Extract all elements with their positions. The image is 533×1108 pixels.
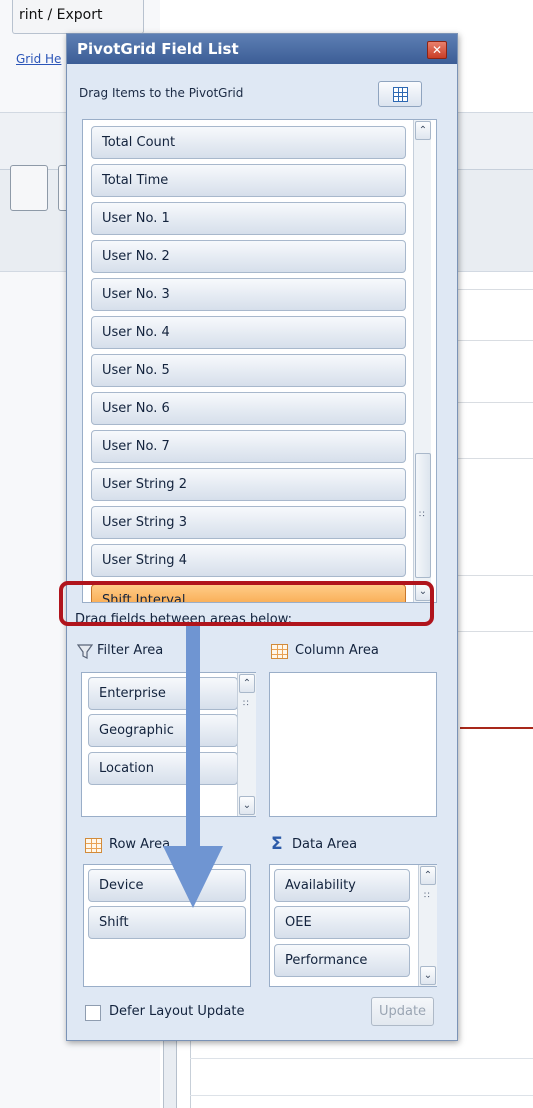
grip-icon: ∷ <box>419 510 425 520</box>
filter-field[interactable]: Enterprise <box>88 677 238 710</box>
field-item[interactable]: User No. 4 <box>91 316 406 349</box>
scroll-up-icon[interactable]: ⌃ <box>239 674 255 693</box>
pivotgrid-field-list-dialog: PivotGrid Field List ✕ Drag Items to the… <box>66 33 458 1041</box>
filter-area-scrollbar[interactable]: ⌃ ∷ ⌄ <box>237 673 256 816</box>
grid-line <box>455 458 533 459</box>
background-button[interactable] <box>10 165 48 211</box>
field-list[interactable]: Total Count Total Time User No. 1 User N… <box>82 119 437 603</box>
table-icon <box>271 644 288 659</box>
row-field[interactable]: Shift <box>88 906 246 939</box>
field-item[interactable]: User String 3 <box>91 506 406 539</box>
scroll-down-icon[interactable]: ⌄ <box>420 966 436 985</box>
sigma-icon: Σ <box>271 834 283 854</box>
drag-items-label: Drag Items to the PivotGrid <box>79 86 244 100</box>
field-item[interactable]: User No. 6 <box>91 392 406 425</box>
filter-area-label: Filter Area <box>97 643 164 658</box>
filter-area-box[interactable]: Enterprise Geographic Location ⌃ ∷ ⌄ <box>81 672 256 817</box>
grid-line <box>190 1040 191 1108</box>
column-area-label: Column Area <box>295 643 379 658</box>
field-item[interactable]: User No. 7 <box>91 430 406 463</box>
grid-line <box>455 631 533 632</box>
table-icon <box>85 838 102 853</box>
field-item[interactable]: User String 2 <box>91 468 406 501</box>
grip-icon: ∷ <box>243 699 249 709</box>
row-field[interactable]: Device <box>88 869 246 902</box>
dialog-title-bar[interactable]: PivotGrid Field List ✕ <box>67 34 457 64</box>
layout-grid-icon <box>393 87 408 102</box>
update-button[interactable]: Update <box>371 997 434 1026</box>
field-item[interactable]: User String 4 <box>91 544 406 577</box>
field-item[interactable]: User No. 2 <box>91 240 406 273</box>
field-item[interactable]: Total Time <box>91 164 406 197</box>
layout-button[interactable] <box>378 81 422 107</box>
data-field[interactable]: OEE <box>274 906 410 939</box>
field-item[interactable]: User No. 1 <box>91 202 406 235</box>
defer-layout-label: Defer Layout Update <box>109 1004 245 1019</box>
defer-layout-checkbox[interactable] <box>85 1005 101 1021</box>
field-item[interactable]: User No. 5 <box>91 354 406 387</box>
row-area-label: Row Area <box>109 837 171 852</box>
data-field[interactable]: Availability <box>274 869 410 902</box>
scroll-thumb[interactable]: ∷ <box>415 453 431 578</box>
dialog-title: PivotGrid Field List <box>77 40 239 58</box>
field-list-scrollbar[interactable]: ⌃ ∷ ⌄ <box>413 120 431 602</box>
filter-field[interactable]: Location <box>88 752 238 785</box>
grid-line <box>190 1058 533 1059</box>
close-icon[interactable]: ✕ <box>427 41 447 59</box>
grid-line <box>455 402 533 403</box>
chart-line <box>460 727 533 729</box>
grid-line <box>455 340 533 341</box>
field-item[interactable]: User No. 3 <box>91 278 406 311</box>
data-area-scrollbar[interactable]: ⌃ ∷ ⌄ <box>418 865 437 986</box>
print-export-tab[interactable]: rint / Export <box>12 0 144 34</box>
grid-line <box>190 1095 533 1096</box>
data-field[interactable]: Performance <box>274 944 410 977</box>
filter-field[interactable]: Geographic <box>88 714 238 747</box>
grid-line <box>455 289 533 290</box>
data-area-box[interactable]: Availability OEE Performance ⌃ ∷ ⌄ <box>269 864 437 987</box>
scroll-up-icon[interactable]: ⌃ <box>420 866 436 885</box>
grid-help-link[interactable]: Grid He <box>16 52 61 66</box>
grip-icon: ∷ <box>424 891 430 901</box>
splitter-bar[interactable] <box>163 1040 177 1108</box>
scroll-up-icon[interactable]: ⌃ <box>415 121 431 140</box>
column-area-box[interactable] <box>269 672 437 817</box>
field-item[interactable]: Total Count <box>91 126 406 159</box>
highlight-box <box>59 581 434 626</box>
funnel-icon <box>77 644 93 659</box>
row-area-box[interactable]: Device Shift <box>83 864 251 987</box>
grid-line <box>455 575 533 576</box>
scroll-down-icon[interactable]: ⌄ <box>239 796 255 815</box>
print-export-label: rint / Export <box>19 7 103 23</box>
data-area-label: Data Area <box>292 837 358 852</box>
